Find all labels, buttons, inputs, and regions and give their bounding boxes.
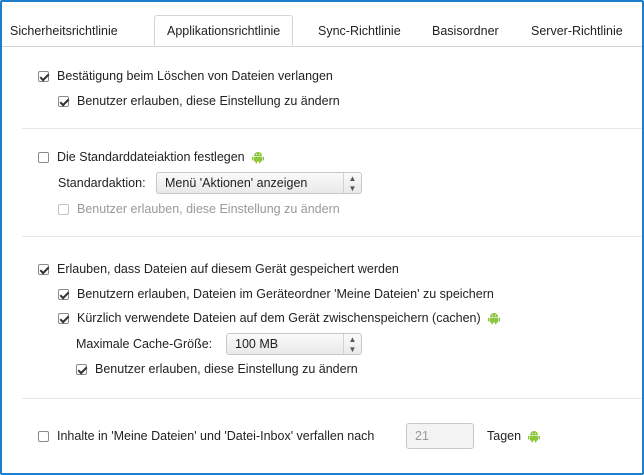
delete-confirm-allow-label: Benutzer erlauben, diese Einstellung zu … bbox=[77, 94, 340, 108]
default-action-label-row: Standardaktion: bbox=[58, 174, 146, 192]
delete-confirm-allow-row[interactable]: Benutzer erlauben, diese Einstellung zu … bbox=[58, 92, 340, 110]
divider bbox=[22, 236, 642, 237]
cache-recent-checkbox[interactable] bbox=[58, 312, 69, 324]
delete-confirm-label: Bestätigung beim Löschen von Dateien ver… bbox=[57, 69, 333, 83]
tab-security-policy[interactable]: Sicherheitsrichtlinie bbox=[10, 20, 118, 46]
cache-size-select[interactable]: 100 MB ▲ ▼ bbox=[226, 333, 362, 355]
default-action-allow-label: Benutzer erlauben, diese Einstellung zu … bbox=[77, 202, 340, 216]
cache-recent-row[interactable]: Kürzlich verwendete Dateien auf dem Gerä… bbox=[58, 309, 501, 327]
android-icon bbox=[487, 313, 500, 325]
default-action-row[interactable]: Die Standarddateiaktion festlegen bbox=[38, 148, 265, 166]
allow-storage-label: Erlauben, dass Dateien auf diesem Gerät … bbox=[57, 262, 399, 276]
cache-size-label-row: Maximale Cache-Größe: bbox=[76, 335, 212, 353]
tab-application-policy[interactable]: Applikationsrichtlinie bbox=[154, 15, 294, 46]
tab-base-folder[interactable]: Basisordner bbox=[432, 20, 499, 46]
policy-panel: Sicherheitsrichtlinie Applikationsrichtl… bbox=[0, 0, 644, 475]
expire-checkbox[interactable] bbox=[38, 430, 49, 442]
allow-storage-checkbox[interactable] bbox=[38, 263, 49, 275]
expire-days-value: 21 bbox=[415, 429, 429, 443]
select-arrow-icon: ▲ ▼ bbox=[343, 173, 361, 193]
expire-row[interactable]: Inhalte in 'Meine Dateien' und 'Datei-In… bbox=[38, 427, 374, 445]
cache-size-value: 100 MB bbox=[235, 337, 279, 351]
save-my-files-row[interactable]: Benutzern erlauben, Dateien im Geräteord… bbox=[58, 285, 494, 303]
divider bbox=[22, 398, 642, 399]
expire-days-unit: Tagen bbox=[487, 429, 522, 443]
default-action-label: Die Standarddateiaktion festlegen bbox=[57, 150, 245, 164]
default-action-checkbox[interactable] bbox=[38, 151, 49, 163]
tab-server-policy[interactable]: Server-Richtlinie bbox=[531, 20, 623, 46]
storage-allow-row[interactable]: Benutzer erlauben, diese Einstellung zu … bbox=[76, 360, 358, 378]
expire-label: Inhalte in 'Meine Dateien' und 'Datei-In… bbox=[57, 429, 375, 443]
allow-storage-row[interactable]: Erlauben, dass Dateien auf diesem Gerät … bbox=[38, 260, 399, 278]
save-my-files-label: Benutzern erlauben, Dateien im Geräteord… bbox=[77, 287, 494, 301]
storage-allow-label: Benutzer erlauben, diese Einstellung zu … bbox=[95, 362, 358, 376]
storage-allow-checkbox[interactable] bbox=[76, 363, 87, 375]
android-icon bbox=[528, 431, 541, 443]
standard-action-value: Menü 'Aktionen' anzeigen bbox=[165, 176, 308, 190]
delete-confirm-row[interactable]: Bestätigung beim Löschen von Dateien ver… bbox=[38, 67, 333, 85]
standard-action-label: Standardaktion: bbox=[58, 176, 146, 190]
delete-confirm-checkbox[interactable] bbox=[38, 70, 49, 82]
expire-days-input[interactable]: 21 bbox=[406, 423, 474, 449]
default-action-allow-row[interactable]: Benutzer erlauben, diese Einstellung zu … bbox=[58, 200, 340, 218]
default-action-allow-checkbox[interactable] bbox=[58, 203, 69, 215]
select-arrow-icon: ▲ ▼ bbox=[343, 334, 361, 354]
standard-action-select[interactable]: Menü 'Aktionen' anzeigen ▲ ▼ bbox=[156, 172, 362, 194]
android-icon bbox=[251, 152, 264, 164]
cache-size-label: Maximale Cache-Größe: bbox=[76, 337, 213, 351]
tab-sync-policy[interactable]: Sync-Richtlinie bbox=[318, 20, 401, 46]
cache-recent-label: Kürzlich verwendete Dateien auf dem Gerä… bbox=[77, 311, 481, 325]
expire-unit-row: Tagen bbox=[487, 427, 541, 445]
tab-bar: Sicherheitsrichtlinie Applikationsrichtl… bbox=[2, 2, 642, 47]
save-my-files-checkbox[interactable] bbox=[58, 288, 69, 300]
delete-confirm-allow-checkbox[interactable] bbox=[58, 95, 69, 107]
divider bbox=[22, 128, 642, 129]
